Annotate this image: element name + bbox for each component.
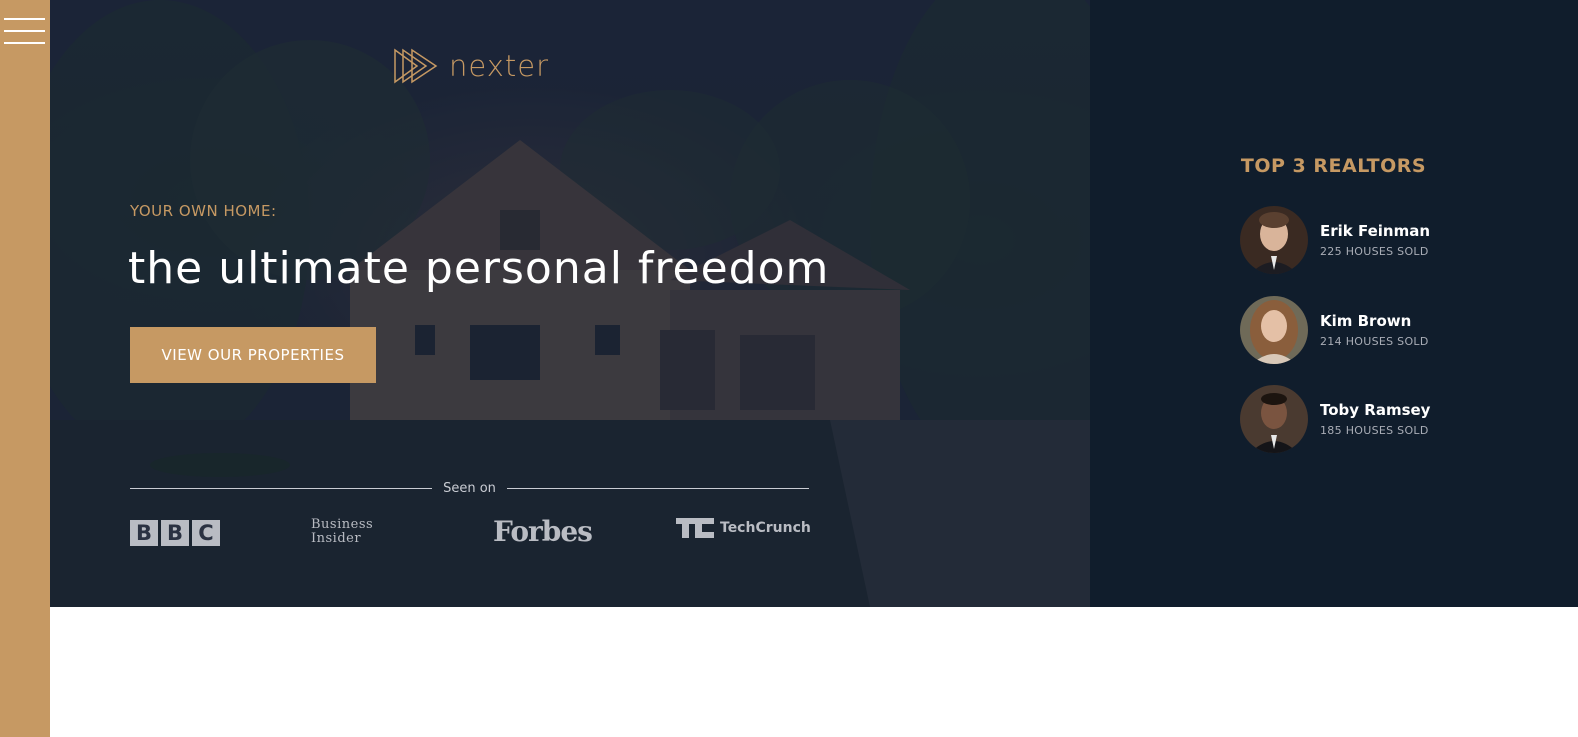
techcrunch-mark-icon (676, 518, 714, 538)
forbes-logo: Forbes (493, 515, 593, 548)
view-properties-button[interactable]: VIEW OUR PROPERTIES (130, 327, 376, 383)
realtor-avatar (1240, 296, 1308, 364)
realtor-houses-sold: 185 HOUSES SOLD (1320, 424, 1429, 437)
hero-headline: the ultimate personal freedom (128, 243, 830, 294)
seen-on-divider: Seen on (130, 478, 809, 498)
realtor-name: Toby Ramsey (1320, 401, 1431, 419)
techcrunch-logo: TechCrunch (676, 518, 811, 538)
business-insider-logo: Business Insider (311, 518, 373, 546)
logo[interactable]: nexter (393, 48, 549, 84)
realtor-name: Erik Feinman (1320, 222, 1431, 240)
business-insider-line: Insider (311, 531, 362, 546)
realtor-item[interactable]: Toby Ramsey 185 HOUSES SOLD (1240, 385, 1430, 453)
bbc-logo: B B C (130, 520, 220, 546)
bbc-letter: C (192, 520, 220, 546)
realtors-title: TOP 3 REALTORS (1240, 155, 1427, 177)
hamburger-menu-icon[interactable] (4, 14, 46, 48)
realtor-item[interactable]: Erik Feinman 225 HOUSES SOLD (1240, 206, 1430, 274)
business-insider-line: Business (311, 517, 374, 532)
logo-text: nexter (449, 49, 550, 83)
triple-play-logo-icon (394, 48, 438, 84)
seen-on-label: Seen on (443, 480, 496, 496)
bbc-letter: B (130, 520, 158, 546)
top-realtors-panel: TOP 3 REALTORS Erik Feinman 225 HOUSES S… (1090, 0, 1578, 607)
realtor-houses-sold: 225 HOUSES SOLD (1320, 245, 1429, 258)
realtor-item[interactable]: Kim Brown 214 HOUSES SOLD (1240, 296, 1429, 364)
divider-line (506, 487, 809, 489)
realtor-houses-sold: 214 HOUSES SOLD (1320, 335, 1429, 348)
realtor-avatar (1240, 385, 1308, 453)
hero-header: nexter YOUR OWN HOME: the ultimate perso… (50, 0, 1090, 607)
divider-line (130, 487, 433, 489)
techcrunch-text: TechCrunch (720, 520, 811, 536)
hero-subtitle: YOUR OWN HOME: (130, 202, 277, 220)
bbc-letter: B (161, 520, 189, 546)
realtor-name: Kim Brown (1320, 312, 1412, 330)
sidebar (0, 0, 50, 737)
realtor-avatar (1240, 206, 1308, 274)
